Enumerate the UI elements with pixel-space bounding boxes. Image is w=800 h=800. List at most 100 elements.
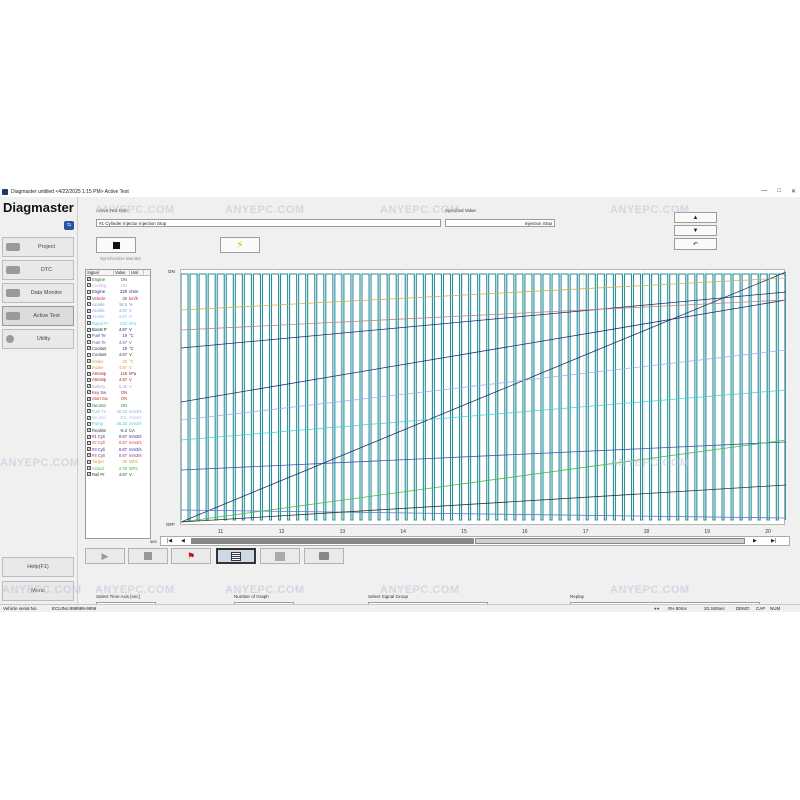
signal-checkbox[interactable]: ✓ — [87, 396, 91, 401]
signal-checkbox[interactable]: ✓ — [87, 308, 91, 313]
undo-button[interactable]: ↶ — [674, 238, 717, 250]
signal-checkbox[interactable]: ✓ — [87, 352, 91, 357]
signal-graph[interactable] — [180, 269, 786, 526]
time-scrollbar[interactable]: |◀ ◀ ▶ ▶| — [160, 536, 790, 546]
sidebar-item-utility[interactable]: Utility — [2, 329, 74, 349]
help-button[interactable]: Help(F1) — [2, 557, 74, 577]
signal-checkbox[interactable]: ✓ — [87, 453, 91, 458]
signal-name: #4 Cyli — [92, 452, 105, 458]
signal-checkbox[interactable]: ✓ — [87, 346, 91, 351]
signal-checkbox[interactable]: ✓ — [87, 409, 91, 414]
signal-row[interactable]: ✓ Fuel Te 4.67 V — [86, 339, 150, 345]
signal-row[interactable]: ✓ #3 Cyli 0.67 mm3/s — [86, 446, 150, 452]
signal-row[interactable]: ✓ #1 Cyli 0.67 mm3/s — [86, 433, 150, 439]
signal-row[interactable]: ✓ Neutral 201 mm3/s — [86, 415, 150, 421]
signal-row[interactable]: ✓ Pump 45.33 mm3/s — [86, 421, 150, 427]
print-button[interactable] — [304, 548, 344, 564]
signal-checkbox[interactable]: ✓ — [87, 302, 91, 307]
signal-row[interactable]: ✓ Atmosp 4.67 V — [86, 377, 150, 383]
signal-checkbox[interactable]: ✓ — [87, 466, 91, 471]
signal-checkbox[interactable]: ✓ — [87, 459, 91, 464]
signal-checkbox[interactable]: ✓ — [87, 327, 91, 332]
play-button[interactable]: ▶ — [85, 548, 125, 564]
maximize-icon[interactable]: □ — [777, 188, 781, 195]
active-test-item-field[interactable]: #1 Cylinder Injector Injection Stop — [96, 219, 441, 227]
signal-checkbox[interactable]: ✓ — [87, 434, 91, 439]
signal-row[interactable]: ✓ #4 Cyli 0.67 mm3/s — [86, 452, 150, 458]
signal-row[interactable]: ✓ Rapid Pr 220 kPa — [86, 320, 150, 326]
scroll-next-icon[interactable]: ▶ — [753, 538, 757, 544]
signal-row[interactable]: ✓ Battery 5.25 V — [86, 383, 150, 389]
table-view-button[interactable] — [260, 548, 300, 564]
signal-unit: r/min — [129, 289, 139, 295]
signal-row[interactable]: ✓ Boost P 4.67 V — [86, 326, 150, 332]
test-off-button[interactable] — [96, 237, 136, 253]
minimize-icon[interactable]: — — [761, 188, 767, 195]
record-button[interactable] — [128, 548, 168, 564]
signal-checkbox[interactable]: ✓ — [87, 365, 91, 370]
signal-row[interactable]: ✓ #2 Cyli 0.67 mm3/s — [86, 440, 150, 446]
signal-row[interactable]: ✓ Realtim -6.3 CA — [86, 427, 150, 433]
signal-row[interactable]: ✓ Fuel Te 19 °C — [86, 333, 150, 339]
signal-checkbox[interactable]: ✓ — [87, 415, 91, 420]
signal-checkbox[interactable]: ✓ — [87, 440, 91, 445]
scroll-down-button[interactable]: ▼ — [674, 225, 717, 236]
scroll-first-icon[interactable]: |◀ — [167, 538, 172, 544]
signal-checkbox[interactable]: ✓ — [87, 403, 91, 408]
close-icon[interactable]: ✕ — [791, 188, 796, 195]
signal-row[interactable]: ✓ Intake 20 °C — [86, 358, 150, 364]
signal-checkbox[interactable]: ✓ — [87, 421, 91, 426]
sidebar-item-dtc[interactable]: DTC — [2, 260, 74, 280]
signal-row[interactable]: ✓ Actual 2.39 MPa — [86, 465, 150, 471]
signal-row[interactable]: ✓ Accele 18.5% — [86, 301, 150, 307]
signal-row[interactable]: ✓ Intake 4.67 V — [86, 364, 150, 370]
signal-checkbox[interactable]: ✓ — [87, 321, 91, 326]
signal-checkbox[interactable]: ✓ — [87, 377, 91, 382]
signal-checkbox[interactable]: ✓ — [87, 296, 91, 301]
signal-checkbox[interactable]: ✓ — [87, 447, 91, 452]
signal-checkbox[interactable]: ✓ — [87, 428, 91, 433]
signal-row[interactable]: ✓ Coolant 4.67 V — [86, 352, 150, 358]
x-tick-label: 14 — [400, 529, 406, 535]
scroll-last-icon[interactable]: ▶| — [771, 538, 776, 544]
signal-unit: CA — [129, 427, 135, 433]
flag-button[interactable]: ⚑ — [171, 548, 211, 564]
connection-status-icon: ●● — [654, 606, 660, 611]
scroll-up-button[interactable]: ▲ — [674, 212, 717, 223]
signal-row[interactable]: ✓ Fuel Tn 45.33 mm3/s — [86, 408, 150, 414]
signal-checkbox[interactable]: ✓ — [87, 472, 91, 477]
signal-checkbox[interactable]: ✓ — [87, 384, 91, 389]
sidebar-item-data-monitor[interactable]: Data Monitor — [2, 283, 74, 303]
signal-value: 19 — [122, 333, 127, 339]
signal-checkbox[interactable]: ✓ — [87, 283, 91, 288]
sidebar-item-project[interactable]: Project — [2, 237, 74, 257]
signal-checkbox[interactable]: ✓ — [87, 314, 91, 319]
signal-row[interactable]: ✓ Rail Pr 4.67 V — [86, 471, 150, 477]
signal-row[interactable]: ✓ Atmosp 119 kPa — [86, 370, 150, 376]
signal-checkbox[interactable]: ✓ — [87, 340, 91, 345]
scroll-thumb[interactable] — [475, 538, 745, 544]
connection-icon[interactable]: ⇆ — [64, 221, 74, 230]
signal-row[interactable]: ✓ Accele 4.67 V — [86, 307, 150, 313]
signal-checkbox[interactable]: ✓ — [87, 289, 91, 294]
signal-row[interactable]: ✓ Accele 4.67 V — [86, 314, 150, 320]
signal-checkbox[interactable]: ✓ — [87, 333, 91, 338]
signal-name: Rail Pr — [92, 471, 105, 477]
sidebar-item-active-test[interactable]: Active Test — [2, 306, 74, 326]
signal-row[interactable]: ✓ Coolant 19 °C — [86, 345, 150, 351]
signal-unit: °C — [129, 333, 134, 339]
test-on-button[interactable]: ⚡ — [220, 237, 260, 253]
gear-icon — [6, 335, 14, 343]
signal-unit: mm3/s — [129, 434, 142, 440]
graph-view-button[interactable] — [216, 548, 256, 564]
sync-monitor-label[interactable]: Synchronize Monitor — [100, 256, 141, 261]
signal-row[interactable]: ✓ Engine 228 r/min — [86, 289, 150, 295]
signal-row[interactable]: ✓ Vehicle 39 km/h — [86, 295, 150, 301]
signal-row[interactable]: ✓ Target 39 MPa — [86, 459, 150, 465]
signal-checkbox[interactable]: ✓ — [87, 277, 91, 282]
menu-button[interactable]: Menu — [2, 581, 74, 601]
signal-checkbox[interactable]: ✓ — [87, 371, 91, 376]
scroll-prev-icon[interactable]: ◀ — [181, 538, 185, 544]
signal-checkbox[interactable]: ✓ — [87, 359, 91, 363]
signal-checkbox[interactable]: ✓ — [87, 390, 91, 395]
